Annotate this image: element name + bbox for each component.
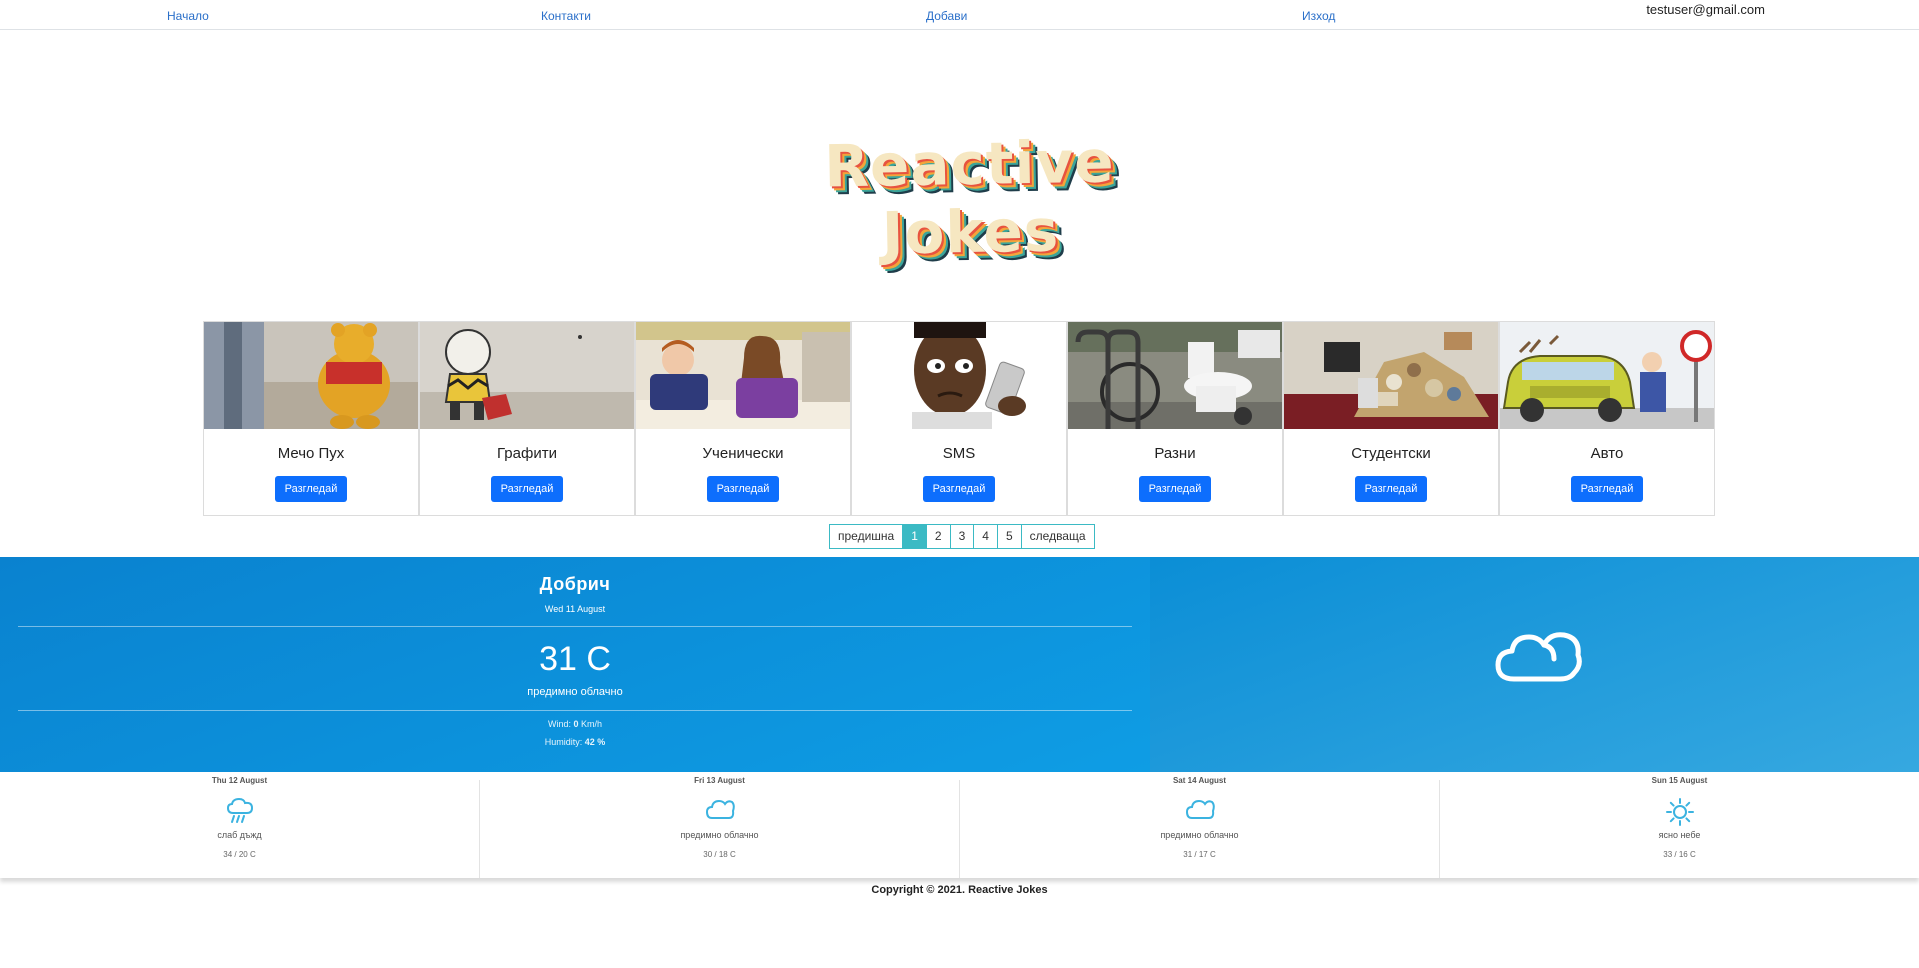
- weather-wind: Wind: 0 Km/h: [0, 719, 1150, 729]
- wind-unit: Km/h: [581, 719, 603, 729]
- category-card: SMS Разгледай: [851, 321, 1067, 516]
- divider: [18, 626, 1132, 627]
- card-image-charlie-brown-graffiti: [420, 322, 634, 429]
- site-logo: Reactive Jokes: [740, 127, 1200, 267]
- forecast-date: Sat 14 August: [1172, 776, 1227, 785]
- forecast-temps: 34 / 20 C: [223, 850, 256, 859]
- weather-humidity: Humidity: 42 %: [0, 737, 1150, 747]
- forecast-date: Sun 15 August: [1651, 776, 1708, 785]
- category-card: Студентски Разгледай: [1283, 321, 1499, 516]
- card-title: SMS: [942, 445, 976, 462]
- pagination-prev[interactable]: предишна: [830, 525, 904, 548]
- weather-widget: Добрич Wed 11 August 31 C предимно облач…: [0, 557, 1919, 772]
- nav-link-home[interactable]: Начало: [167, 9, 209, 23]
- pagination-page-3[interactable]: 3: [950, 525, 975, 548]
- forecast-condition: предимно облачно: [1160, 830, 1239, 840]
- forecast-day: Thu 12 August слаб дъжд 34 / 20 C: [0, 776, 480, 878]
- forecast-date: Thu 12 August: [211, 776, 268, 785]
- view-category-button[interactable]: Разгледай: [490, 476, 564, 502]
- wind-label: Wind:: [547, 719, 571, 729]
- pagination-page-1[interactable]: 1: [903, 525, 927, 548]
- forecast-condition: слаб дъжд: [217, 830, 262, 840]
- humidity-label: Humidity:: [544, 737, 583, 747]
- category-card: Ученически Разгледай: [635, 321, 851, 516]
- humidity-value: 42 %: [584, 737, 606, 747]
- weather-temperature: 31 C: [539, 640, 611, 678]
- category-card: Разни Разгледай: [1067, 321, 1283, 516]
- divider: [18, 710, 1132, 711]
- card-title: Ученически: [702, 445, 784, 462]
- forecast-condition: предимно облачно: [680, 830, 759, 840]
- forecast-day: Sun 15 August ясно небе 33 / 16 C: [1440, 776, 1919, 878]
- forecast-day: Sat 14 August предимно облачно 31 / 17 C: [960, 776, 1440, 878]
- cloud-icon: [1495, 632, 1582, 682]
- nav-link-add[interactable]: Добави: [926, 9, 967, 23]
- category-card: Авто Разгледай: [1499, 321, 1715, 516]
- pagination-page-2[interactable]: 2: [926, 525, 951, 548]
- top-navbar: Начало Контакти Добави Изход testuser@gm…: [0, 0, 1919, 30]
- site-logo-text: Reactive Jokes: [823, 127, 1116, 268]
- weather-icon-panel: [1150, 557, 1919, 772]
- card-title: Мечо Пух: [277, 445, 345, 462]
- pagination-page-4[interactable]: 4: [974, 525, 998, 548]
- nav-link-contacts[interactable]: Контакти: [541, 9, 591, 23]
- card-title: Авто: [1590, 445, 1624, 462]
- forecast-condition: ясно небе: [1658, 830, 1701, 840]
- view-category-button[interactable]: Разгледай: [706, 476, 780, 502]
- view-category-button[interactable]: Разгледай: [1354, 476, 1428, 502]
- weather-current: Добрич Wed 11 August 31 C предимно облач…: [0, 557, 1150, 772]
- forecast-temps: 33 / 16 C: [1663, 850, 1696, 859]
- pagination-next[interactable]: следваща: [1021, 525, 1094, 548]
- category-cards: Мечо Пух Разгледай Графити Разгледай Уче…: [203, 321, 1715, 516]
- card-title: Разни: [1154, 445, 1196, 462]
- pagination: предишна 1 2 3 4 5 следваща: [829, 524, 1095, 549]
- card-title: Графити: [497, 445, 557, 462]
- card-image-car-cartoon: [1500, 322, 1714, 429]
- category-card: Мечо Пух Разгледай: [203, 321, 419, 516]
- view-category-button[interactable]: Разгледай: [1570, 476, 1644, 502]
- footer-copyright: Copyright © 2021. Reactive Jokes: [871, 884, 1048, 896]
- card-image-winnie-the-pooh: [204, 322, 418, 429]
- card-title: Студентски: [1351, 445, 1431, 462]
- forecast-date: Fri 13 August: [694, 776, 745, 785]
- weather-city: Добрич: [539, 574, 611, 594]
- card-image-bicycle-toilet: [1068, 322, 1282, 429]
- cloud-icon: [705, 799, 735, 819]
- category-card: Графити Разгледай: [419, 321, 635, 516]
- cloud-icon: [1185, 799, 1215, 819]
- pagination-page-5[interactable]: 5: [997, 525, 1022, 548]
- card-image-man-with-phone: [852, 322, 1066, 429]
- weather-date: Wed 11 August: [544, 604, 606, 614]
- view-category-button[interactable]: Разгледай: [274, 476, 348, 502]
- view-category-button[interactable]: Разгледай: [1138, 476, 1212, 502]
- view-category-button[interactable]: Разгледай: [922, 476, 996, 502]
- card-image-messy-room: [1284, 322, 1498, 429]
- forecast-temps: 30 / 18 C: [703, 850, 736, 859]
- weather-condition: предимно облачно: [527, 686, 623, 698]
- card-image-children-school: [636, 322, 850, 429]
- rain-cloud-icon: [226, 798, 253, 823]
- wind-value: 0: [573, 719, 579, 729]
- weather-forecast: Thu 12 August слаб дъжд 34 / 20 C Fri 13…: [0, 772, 1919, 878]
- sun-icon: [1665, 798, 1694, 826]
- nav-link-logout[interactable]: Изход: [1302, 9, 1335, 23]
- user-email: testuser@gmail.com: [1646, 2, 1765, 17]
- forecast-temps: 31 / 17 C: [1183, 850, 1216, 859]
- forecast-day: Fri 13 August предимно облачно 30 / 18 C: [480, 776, 960, 878]
